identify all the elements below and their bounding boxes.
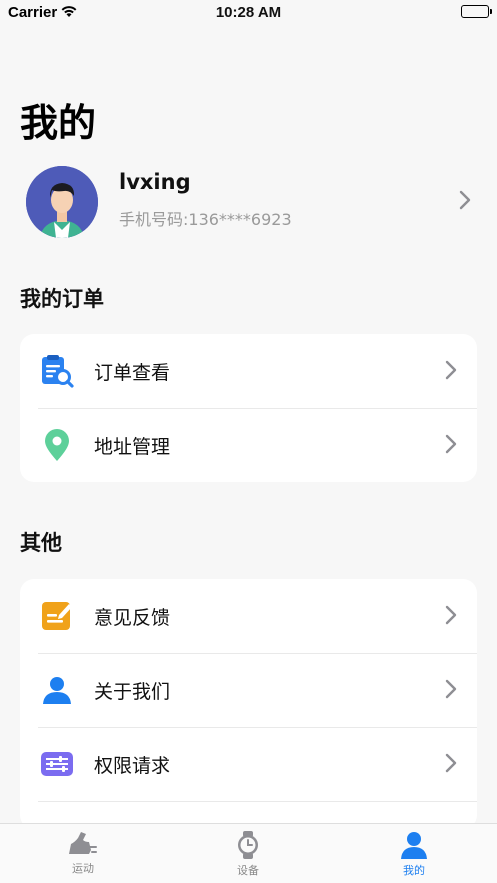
- menu-item-label: 权限请求: [94, 755, 171, 777]
- other-card: 意见反馈 关于我们 权限请求: [20, 579, 477, 829]
- menu-item-address[interactable]: 地址管理: [20, 408, 477, 482]
- sliders-icon: [40, 747, 74, 781]
- tab-label: 运动: [72, 862, 94, 875]
- profile-row[interactable]: lvxing 手机号码:136****6923: [20, 162, 477, 242]
- status-time: 10:28 AM: [215, 4, 282, 21]
- page-title: 我的: [20, 101, 97, 145]
- feedback-edit-icon: [40, 599, 74, 633]
- menu-item-permissions[interactable]: 权限请求: [20, 727, 477, 801]
- profile-icon: [354, 830, 474, 860]
- tab-mine[interactable]: 我的: [354, 830, 474, 878]
- menu-item-about[interactable]: 关于我们: [20, 653, 477, 727]
- watch-icon: [188, 830, 308, 860]
- menu-item-label: 关于我们: [94, 681, 171, 703]
- menu-item-label: 地址管理: [94, 436, 171, 458]
- tab-sport[interactable]: 运动: [23, 830, 143, 876]
- menu-item-label: 意见反馈: [94, 607, 171, 629]
- orders-card: 订单查看 地址管理: [20, 334, 477, 482]
- chevron-right-icon: [459, 190, 471, 214]
- menu-item-feedback[interactable]: 意见反馈: [20, 579, 477, 653]
- chevron-right-icon: [445, 360, 457, 384]
- other-section-title: 其他: [20, 531, 62, 555]
- tab-device[interactable]: 设备: [188, 830, 308, 878]
- location-pin-icon: [40, 428, 74, 462]
- chevron-right-icon: [445, 434, 457, 458]
- chevron-right-icon: [445, 605, 457, 629]
- phone-number: 手机号码:136****6923: [119, 210, 292, 229]
- avatar: [26, 166, 98, 238]
- battery-icon: [461, 5, 492, 18]
- username: lvxing: [119, 170, 191, 194]
- menu-item-label: 订单查看: [94, 362, 171, 384]
- tab-label: 我的: [403, 864, 425, 877]
- order-search-icon: [40, 354, 74, 388]
- chevron-right-icon: [445, 753, 457, 777]
- tab-bar: 运动 设备 我的: [0, 823, 497, 883]
- chevron-right-icon: [445, 679, 457, 703]
- menu-item-order-view[interactable]: 订单查看: [20, 334, 477, 408]
- person-icon: [40, 673, 74, 707]
- running-shoe-icon: [23, 830, 143, 858]
- status-bar: Carrier 10:28 AM: [0, 0, 497, 26]
- orders-section-title: 我的订单: [20, 287, 104, 311]
- tab-label: 设备: [237, 864, 259, 877]
